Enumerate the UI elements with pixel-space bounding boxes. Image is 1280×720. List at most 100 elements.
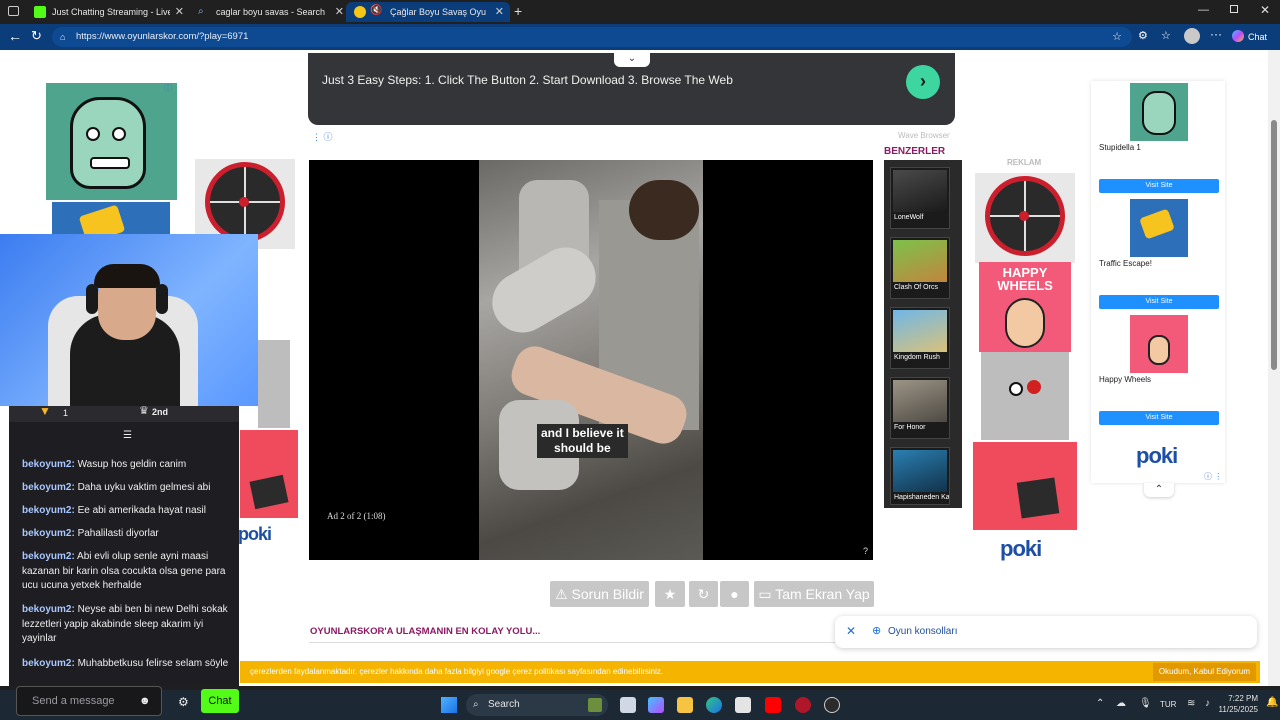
refresh-icon[interactable]: ↻	[31, 28, 42, 44]
stickman-ad-image-right[interactable]	[981, 352, 1069, 440]
extensions-icon[interactable]: ⚙	[1138, 29, 1148, 42]
right-ad-title[interactable]: Traffic Escape!	[1099, 259, 1152, 268]
favorites-star-icon[interactable]: ☆	[1112, 27, 1122, 47]
restore-icon[interactable]	[1230, 5, 1238, 13]
chat-message-input[interactable]: Send a message ☻	[16, 686, 162, 716]
top-banner-ad[interactable]: ⌄ Just 3 Easy Steps: 1. Click The Button…	[308, 53, 955, 125]
tray-chevron-icon[interactable]: ⌃	[1096, 698, 1104, 709]
ad-info-icon[interactable]: ⓘ ⋮	[1204, 471, 1222, 482]
clash-of-orcs-thumb	[893, 240, 947, 282]
chat-text: Daha uyku vaktim gelmesi abi	[77, 482, 211, 493]
copilot-app-icon[interactable]	[648, 697, 664, 713]
close-tab-icon[interactable]: ✕	[335, 5, 344, 18]
visit-site-button[interactable]: Visit Site	[1099, 411, 1219, 425]
site-info-icon[interactable]: ⌂	[60, 27, 65, 47]
sniper-ad-image-right[interactable]	[975, 173, 1075, 263]
task-view-icon[interactable]	[620, 697, 636, 713]
close-popup-icon[interactable]: ✕	[846, 624, 856, 638]
banner-next-button[interactable]: ›	[906, 65, 940, 99]
page-scrollbar[interactable]	[1268, 50, 1280, 686]
chat-send-button[interactable]: Chat	[201, 689, 239, 713]
traffic-escape-thumb[interactable]	[1130, 199, 1188, 257]
clock[interactable]: 7:22 PM 11/25/2025	[1219, 693, 1258, 715]
chat-username[interactable]: bekoyum2:	[22, 482, 75, 493]
visit-site-button[interactable]: Visit Site	[1099, 295, 1219, 309]
language-indicator[interactable]: TUR	[1160, 700, 1176, 709]
tab-actions-icon[interactable]	[8, 6, 19, 16]
close-window-icon[interactable]: ✕	[1260, 3, 1270, 17]
wifi-icon[interactable]: ≋	[1187, 698, 1195, 709]
similar-item-clash-of-orcs[interactable]: Clash Of Orcs	[890, 237, 950, 299]
profile-avatar[interactable]	[1184, 28, 1200, 44]
poki-logo-right[interactable]: poki	[1136, 443, 1178, 469]
minimize-icon[interactable]: —	[1198, 4, 1209, 16]
similar-item-kingdom-rush[interactable]: Kingdom Rush	[890, 307, 950, 369]
tab-game[interactable]: 🔇 Çağlar Boyu Savaş Oyunu Oyna ✕	[346, 2, 510, 22]
cookie-accept-button[interactable]: Okudum, Kabul Ediyorum	[1152, 663, 1256, 681]
url-field[interactable]: ⌂ https://www.oyunlarskor.com/?play=6971…	[52, 27, 1132, 47]
chat-username[interactable]: bekoyum2:	[22, 459, 75, 470]
chat-settings-icon[interactable]: ⚙	[178, 695, 189, 709]
favorite-button[interactable]: ★	[655, 581, 685, 607]
scrollbar-thumb[interactable]	[1271, 120, 1277, 370]
fullscreen-button[interactable]: ▭ Tam Ekran Yap	[754, 581, 874, 607]
more-menu-icon[interactable]: ···	[1210, 27, 1222, 41]
console-popup[interactable]: ✕ ⊕ Oyun konsolları	[835, 616, 1257, 648]
start-icon[interactable]	[441, 697, 457, 713]
similar-item-lonewolf[interactable]: LoneWolf	[890, 167, 950, 229]
chat-username[interactable]: bekoyum2:	[22, 604, 75, 615]
new-tab-icon[interactable]: +	[514, 3, 522, 19]
store-icon[interactable]	[735, 697, 751, 713]
happy-wheels-thumb[interactable]	[1130, 315, 1188, 373]
comments-button[interactable]: ●	[720, 581, 749, 607]
ad-info-icon[interactable]: ⓘ	[164, 83, 172, 94]
stream-chat: ▼ 1 ♛ 2nd ☰ bekoyum2: Wasup hos geldin c…	[9, 406, 239, 686]
volume-icon[interactable]: ♪	[1205, 698, 1210, 709]
pinned-icon[interactable]: ☰	[123, 430, 132, 441]
emoji-icon[interactable]: ☻	[139, 687, 151, 715]
game-app-icon[interactable]	[795, 697, 811, 713]
game-ad-player[interactable]: and I believe it should be Ad 2 of 2 (1:…	[309, 160, 873, 560]
tab-search[interactable]: ⌕ caglar boyu savas - Search ✕	[190, 2, 350, 22]
video-ad-frame[interactable]	[479, 160, 703, 560]
notifications-icon[interactable]: 🔔	[1266, 697, 1278, 708]
right-ad-title[interactable]: Stupidella 1	[1099, 143, 1141, 152]
microphone-icon[interactable]: 🎙	[1139, 698, 1152, 709]
poki-logo-center[interactable]: poki	[1000, 536, 1042, 562]
happy-wheels-ad-image[interactable]: HAPPY WHEELS	[979, 262, 1071, 352]
collections-icon[interactable]: ☆	[1161, 29, 1171, 42]
chat-username[interactable]: bekoyum2:	[22, 658, 75, 669]
chat-username[interactable]: bekoyum2:	[22, 551, 75, 562]
audio-icon[interactable]: 🔇	[370, 5, 382, 16]
file-explorer-icon[interactable]	[677, 697, 693, 713]
red-ad-image[interactable]	[240, 430, 298, 518]
poki-logo-left[interactable]: poki	[238, 524, 272, 545]
traffic-escape-ad-image[interactable]	[52, 202, 170, 238]
reload-game-button[interactable]: ↻	[689, 581, 718, 607]
right-ad-title[interactable]: Happy Wheels	[1099, 375, 1151, 384]
collapse-up-icon[interactable]: ⌃	[1144, 483, 1174, 497]
chat-username[interactable]: bekoyum2:	[22, 505, 75, 516]
back-icon[interactable]: ←	[8, 28, 22, 44]
tab-kick[interactable]: Just Chatting Streaming - Live Stre ✕	[26, 2, 190, 22]
copilot-chat-button[interactable]: Chat	[1232, 28, 1267, 46]
ad-options-icon[interactable]: ⋮ ⓘ	[312, 130, 333, 143]
taskbar-search[interactable]: ⌕ Search	[466, 694, 608, 716]
stupidella-ad-image[interactable]	[46, 83, 177, 200]
collapse-chevron-icon[interactable]: ⌄	[614, 53, 650, 67]
onedrive-icon[interactable]: ☁	[1116, 698, 1126, 709]
close-tab-icon[interactable]: ✕	[175, 5, 184, 18]
edge-browser-icon[interactable]	[706, 697, 722, 713]
red-ad-image-right[interactable]	[973, 442, 1077, 530]
youtube-icon[interactable]	[765, 697, 781, 713]
stickman-ad-image[interactable]	[258, 340, 290, 428]
chat-username[interactable]: bekoyum2:	[22, 528, 75, 539]
stupidella-thumb[interactable]	[1130, 83, 1188, 141]
visit-site-button[interactable]: Visit Site	[1099, 179, 1219, 193]
similar-item-for-honor[interactable]: For Honor	[890, 377, 950, 439]
close-tab-icon[interactable]: ✕	[495, 5, 504, 18]
similar-item-hapishaneden[interactable]: Hapishaneden Kaçış 2	[890, 447, 950, 505]
obs-icon[interactable]	[824, 697, 840, 713]
help-icon[interactable]: ?	[863, 546, 868, 556]
report-problem-button[interactable]: ⚠ Sorun Bildir	[550, 581, 649, 607]
